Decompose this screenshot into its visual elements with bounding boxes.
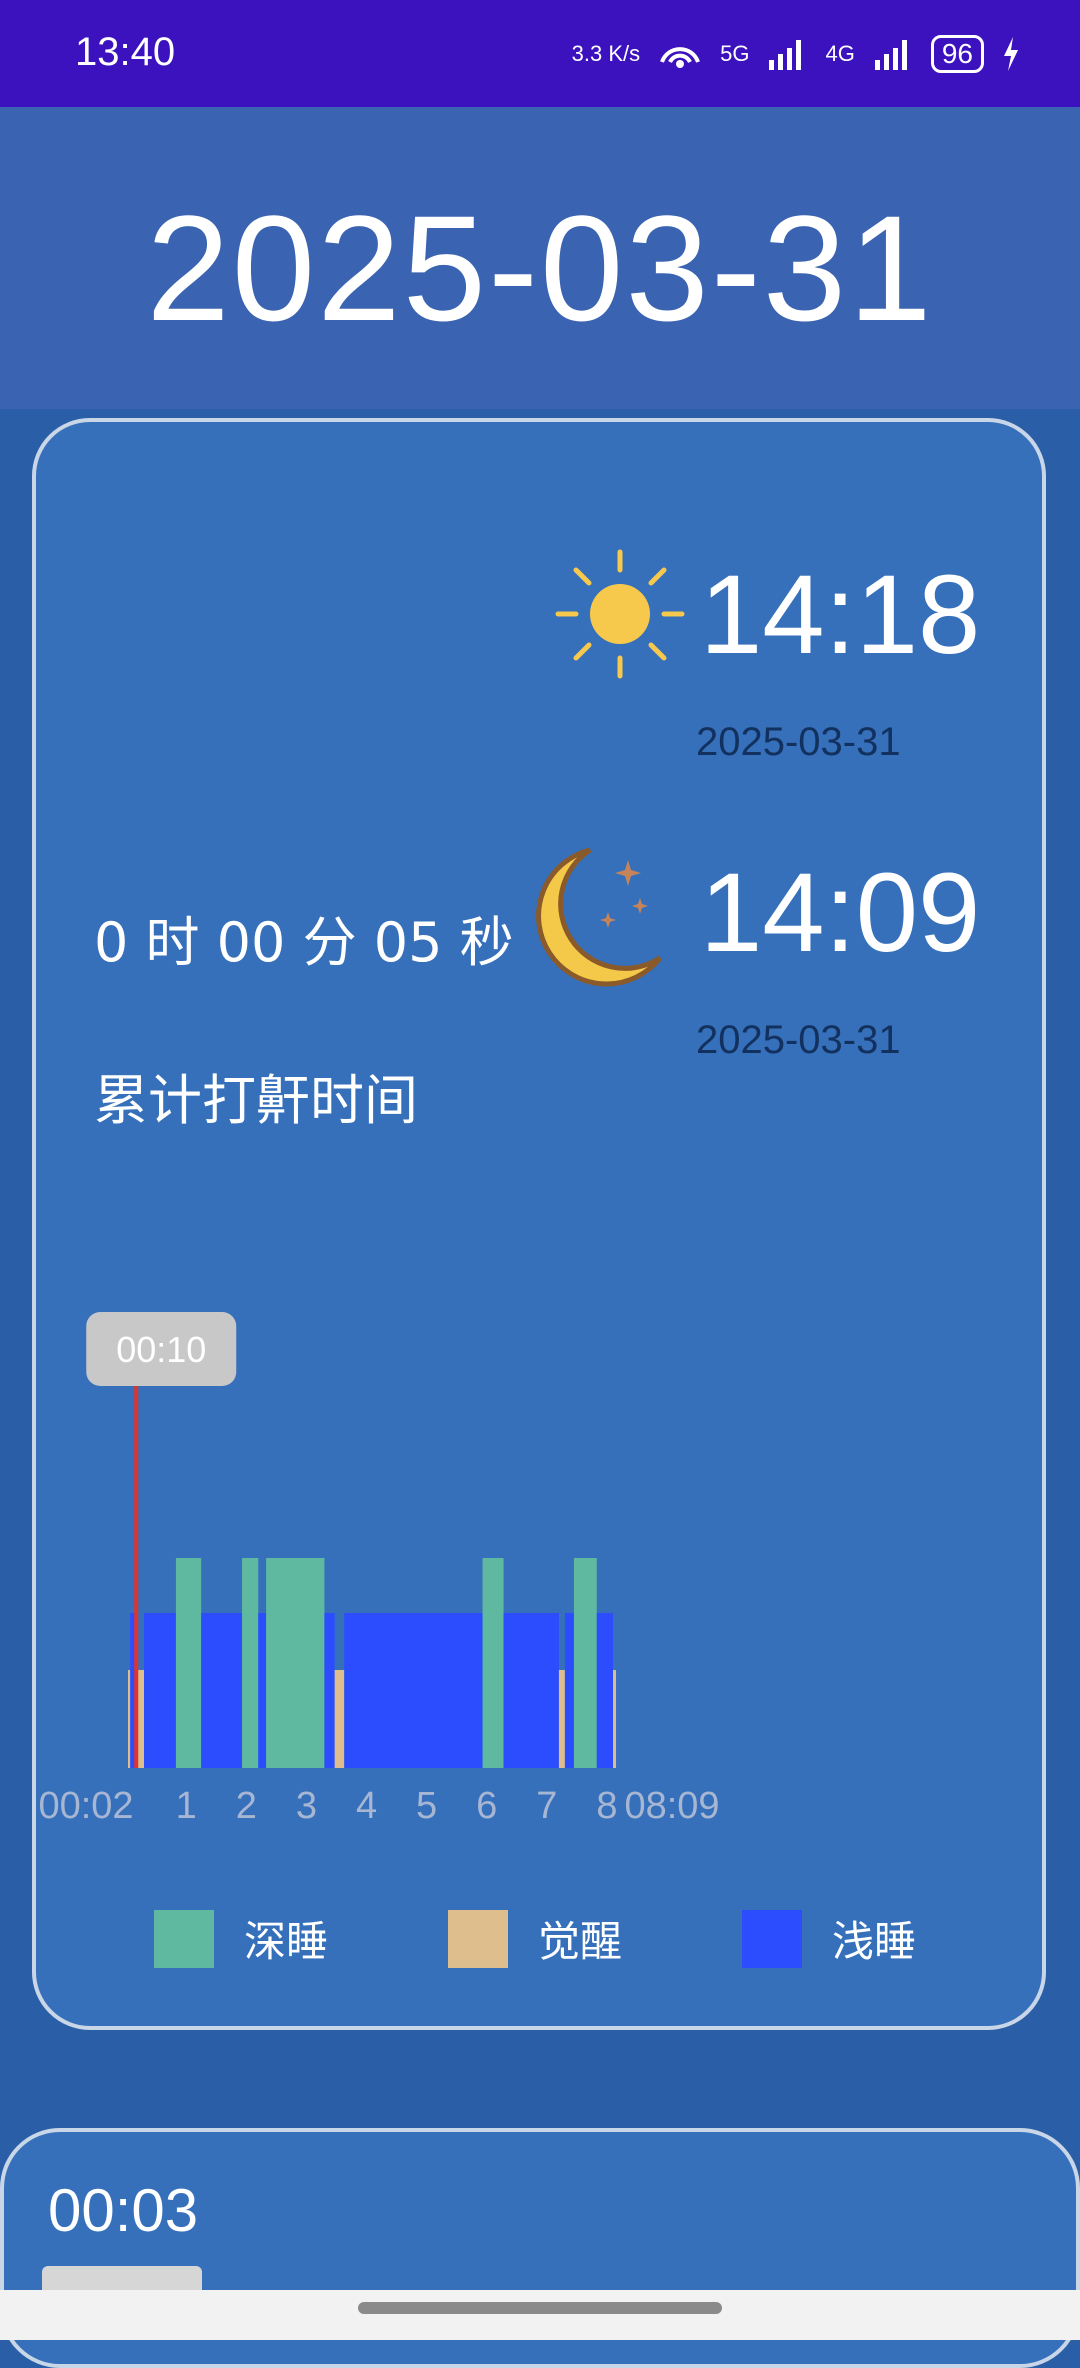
sleep-segment-12 <box>482 1558 504 1768</box>
signal-5g-label: 5G <box>720 41 750 66</box>
sleep-segment-5 <box>201 1613 243 1768</box>
navigation-bar <box>0 2290 1080 2340</box>
legend-item-deep: 深睡 <box>154 1908 328 1969</box>
legend-swatch-awake <box>448 1909 508 1968</box>
snore-record-time: 00:03 <box>48 2177 199 2244</box>
chart-cursor-label: 00:10 <box>116 1329 206 1370</box>
net-speed: 3.3 K/s <box>571 41 641 66</box>
chart-legend: 深睡 觉醒 浅睡 <box>36 1908 1050 1978</box>
signal-icon-2 <box>874 40 907 70</box>
sleep-segment-2 <box>138 1670 145 1768</box>
status-bar: 13:40 3.3 K/s 5G 4G 96 <box>0 0 1080 107</box>
page-title-date[interactable]: 2025-03-31 <box>0 182 1080 355</box>
x-tick-2: 2 <box>236 1785 257 1827</box>
battery-indicator: 96 <box>930 35 984 73</box>
legend-label-deep: 深睡 <box>244 1917 329 1966</box>
sleep-segment-9 <box>324 1613 335 1768</box>
sleep-segment-15 <box>564 1613 574 1768</box>
home-gesture-handle[interactable] <box>358 2302 722 2314</box>
sleep-segment-7 <box>258 1613 267 1768</box>
sleep-segment-14 <box>558 1670 565 1768</box>
sleep-segment-11 <box>344 1613 483 1768</box>
legend-label-light: 浅睡 <box>832 1917 917 1966</box>
legend-swatch-light <box>742 1909 802 1968</box>
sleep-segment-6 <box>242 1558 259 1768</box>
sleep-segment-18 <box>613 1670 617 1768</box>
sleep-segment-0 <box>128 1670 131 1768</box>
x-axis-start-label: 00:02 <box>38 1785 133 1827</box>
x-tick-3: 3 <box>296 1785 317 1827</box>
charging-icon <box>1004 37 1018 71</box>
signal-icon <box>769 40 802 70</box>
sleep-segment-13 <box>503 1613 559 1768</box>
x-tick-7: 7 <box>536 1785 557 1827</box>
status-icons: 3.3 K/s 5G 4G 96 <box>572 34 1020 74</box>
sleep-segment-8 <box>266 1558 325 1768</box>
x-axis-end-label: 08:09 <box>624 1785 719 1827</box>
sleep-segment-16 <box>573 1558 597 1768</box>
sleep-segment-17 <box>596 1613 614 1768</box>
legend-label-awake: 觉醒 <box>538 1917 623 1966</box>
x-tick-4: 4 <box>356 1785 377 1827</box>
legend-item-awake: 觉醒 <box>448 1908 622 1969</box>
sleep-segment-10 <box>334 1670 345 1768</box>
signal-4g-label: 4G <box>825 41 855 66</box>
x-tick-1: 1 <box>176 1785 197 1827</box>
x-tick-8: 8 <box>596 1785 617 1827</box>
x-tick-6: 6 <box>476 1785 497 1827</box>
legend-item-light: 浅睡 <box>742 1908 916 1969</box>
hotspot-icon <box>660 47 701 68</box>
status-time: 13:40 <box>75 30 176 74</box>
sleep-summary-card: 14:18 2025-03-31 14:09 2025-03-31 0 时 00… <box>32 418 1046 2030</box>
sleep-segment-4 <box>175 1558 202 1768</box>
legend-swatch-deep <box>154 1909 214 1968</box>
sleep-stage-chart[interactable]: 00:10 00:02 08:09 12345678 <box>36 422 1050 2034</box>
sleep-segment-3 <box>144 1613 176 1768</box>
x-tick-5: 5 <box>416 1785 437 1827</box>
date-header: 2025-03-31 <box>0 107 1080 409</box>
